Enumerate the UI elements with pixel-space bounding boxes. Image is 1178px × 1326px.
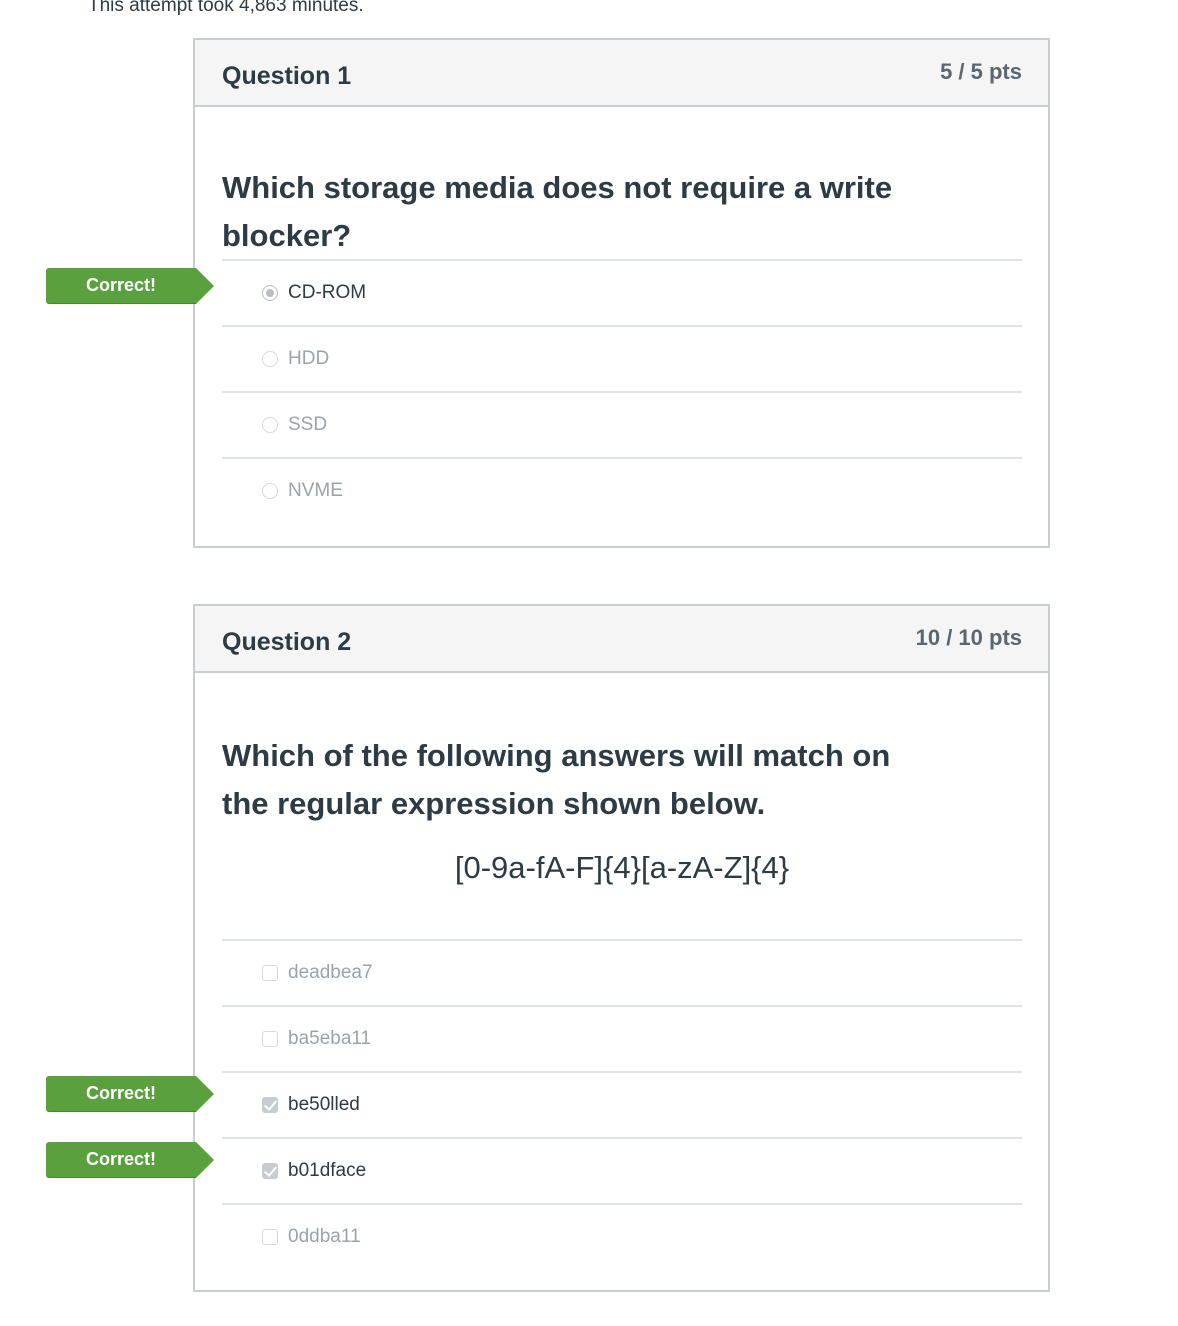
answer-option[interactable]: b01dface bbox=[222, 1139, 1022, 1205]
question-title: Question 2 bbox=[222, 628, 352, 656]
checkbox-checked[interactable] bbox=[262, 1163, 278, 1179]
correct-flag-label: Correct! bbox=[46, 1142, 196, 1178]
question-title: Question 1 bbox=[222, 62, 352, 90]
answer-option[interactable]: deadbea7 bbox=[222, 941, 1022, 1007]
question-text: Which of the following answers will matc… bbox=[222, 738, 891, 821]
answer-label: deadbea7 bbox=[288, 962, 373, 983]
answer-list: CD-ROM HDD SSD NVME bbox=[222, 259, 1022, 523]
answer-option[interactable]: HDD bbox=[222, 327, 1022, 393]
answer-label: SSD bbox=[288, 414, 328, 435]
radio-button-checked[interactable] bbox=[262, 285, 278, 301]
answer-label: HDD bbox=[288, 348, 330, 369]
correct-flag-label: Correct! bbox=[46, 268, 196, 304]
answer-label: NVME bbox=[288, 480, 343, 501]
question-text: Which storage media does not require a w… bbox=[222, 170, 893, 253]
answer-label: ba5eba11 bbox=[288, 1028, 372, 1049]
correct-flag-label: Correct! bbox=[46, 1076, 196, 1112]
answer-option[interactable]: 0ddba11 bbox=[222, 1205, 1022, 1269]
answer-label: b01dface bbox=[288, 1160, 367, 1181]
checkbox[interactable] bbox=[262, 1229, 278, 1245]
radio-button[interactable] bbox=[262, 483, 278, 499]
question-header: Question 2 10 / 10 pts bbox=[195, 606, 1048, 673]
answer-list: deadbea7 ba5eba11 be50lled b01dface 0ddb… bbox=[222, 939, 1022, 1269]
correct-answer-flag: Correct! bbox=[46, 1076, 214, 1112]
answer-label: be50lled bbox=[288, 1094, 360, 1115]
answer-label: CD-ROM bbox=[288, 282, 367, 303]
correct-answer-flag: Correct! bbox=[46, 1142, 214, 1178]
checkbox-checked[interactable] bbox=[262, 1097, 278, 1113]
radio-button[interactable] bbox=[262, 351, 278, 367]
answer-option[interactable]: CD-ROM bbox=[222, 261, 1022, 327]
correct-answer-flag: Correct! bbox=[46, 268, 214, 304]
question-points: 5 / 5 pts bbox=[940, 59, 1022, 84]
flag-arrow-icon bbox=[196, 1142, 214, 1178]
question-1-card: Question 1 5 / 5 pts Which storage media… bbox=[193, 38, 1050, 548]
answer-option[interactable]: be50lled bbox=[222, 1073, 1022, 1139]
checkbox[interactable] bbox=[262, 1031, 278, 1047]
flag-arrow-icon bbox=[196, 268, 214, 304]
radio-button[interactable] bbox=[262, 417, 278, 433]
flag-arrow-icon bbox=[196, 1076, 214, 1112]
question-header: Question 1 5 / 5 pts bbox=[195, 40, 1048, 107]
answer-option[interactable]: NVME bbox=[222, 459, 1022, 523]
answer-option[interactable]: SSD bbox=[222, 393, 1022, 459]
question-points: 10 / 10 pts bbox=[915, 625, 1022, 650]
answer-label: 0ddba11 bbox=[288, 1226, 361, 1247]
regex-expression: [0-9a-fA-F]{4}[a-zA-Z]{4} bbox=[454, 850, 790, 885]
checkbox[interactable] bbox=[262, 965, 278, 981]
question-2-card: Question 2 10 / 10 pts Which of the foll… bbox=[193, 604, 1050, 1292]
answer-option[interactable]: ba5eba11 bbox=[222, 1007, 1022, 1073]
attempt-duration-text: This attempt took 4,863 minutes. bbox=[88, 0, 364, 16]
